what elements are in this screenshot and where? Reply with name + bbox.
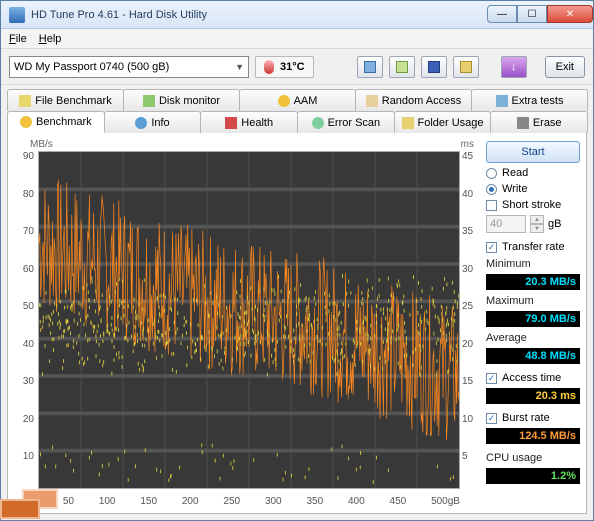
cpu-usage-value: 1.2%	[486, 468, 580, 484]
tab-strip: File Benchmark Disk monitor AAM Random A…	[1, 85, 593, 133]
close-button[interactable]: ✕	[547, 5, 593, 23]
benchmark-panel: MB/s ms 908070605040302010 4540353025201…	[7, 133, 587, 514]
average-value: 48.8 MB/s	[486, 348, 580, 364]
info-icon	[135, 117, 147, 129]
short-stroke-unit: gB	[548, 218, 561, 230]
minimize-button[interactable]: —	[487, 5, 517, 23]
maximum-value: 79.0 MB/s	[486, 311, 580, 327]
y-right-label: ms	[461, 139, 474, 150]
chart-area: MB/s ms 908070605040302010 4540353025201…	[8, 133, 480, 513]
menu-help[interactable]: Help	[39, 33, 62, 45]
spin-up-icon: ▲	[530, 215, 544, 224]
temperature-value: 31°C	[280, 61, 305, 73]
menu-file[interactable]: File	[9, 33, 27, 45]
thermometer-icon	[264, 60, 274, 74]
random-icon	[366, 95, 378, 107]
chevron-down-icon: ▼	[235, 62, 244, 72]
minimum-label: Minimum	[486, 258, 580, 270]
checkbox-on-icon	[486, 373, 497, 384]
speaker-icon	[278, 95, 290, 107]
refresh-button[interactable]: ↓	[501, 56, 527, 78]
toolbar: WD My Passport 0740 (500 gB) ▼ 31°C ↓ Ex…	[1, 49, 593, 85]
tab-file-benchmark[interactable]: File Benchmark	[7, 89, 124, 111]
access-time-check[interactable]: Access time	[486, 372, 580, 384]
watermark-logo	[0, 485, 60, 519]
tab-health[interactable]: Health	[200, 111, 298, 133]
options-button[interactable]	[453, 56, 479, 78]
read-radio[interactable]: Read	[486, 167, 580, 179]
y-left-label: MB/s	[30, 139, 53, 150]
scan-icon	[312, 117, 324, 129]
maximum-label: Maximum	[486, 295, 580, 307]
tab-extra-tests[interactable]: Extra tests	[471, 89, 588, 111]
transfer-rate-check[interactable]: Transfer rate	[486, 241, 580, 253]
copy-info-button[interactable]	[357, 56, 383, 78]
burst-rate-value: 124.5 MB/s	[486, 428, 580, 444]
titlebar[interactable]: HD Tune Pro 4.61 - Hard Disk Utility — ☐…	[1, 1, 593, 29]
cpu-usage-label: CPU usage	[486, 452, 580, 464]
radio-on-icon	[486, 184, 497, 195]
tab-random-access[interactable]: Random Access	[355, 89, 472, 111]
spin-down-icon: ▼	[530, 224, 544, 233]
tab-benchmark[interactable]: Benchmark	[7, 111, 105, 133]
minimum-value: 20.3 MB/s	[486, 274, 580, 290]
window-title: HD Tune Pro 4.61 - Hard Disk Utility	[31, 9, 487, 21]
save-button[interactable]	[421, 56, 447, 78]
write-radio[interactable]: Write	[486, 183, 580, 195]
temperature-display: 31°C	[255, 56, 314, 78]
short-stroke-check[interactable]: Short stroke	[486, 199, 580, 211]
average-label: Average	[486, 332, 580, 344]
down-arrow-icon: ↓	[511, 61, 517, 73]
short-stroke-value[interactable]: 40	[486, 215, 526, 233]
checkbox-on-icon	[486, 413, 497, 424]
access-time-value: 20.3 ms	[486, 388, 580, 404]
menu-bar: File Help	[1, 29, 593, 49]
checkbox-off-icon	[486, 200, 497, 211]
drive-select-text: WD My Passport 0740 (500 gB)	[14, 61, 169, 73]
tab-info[interactable]: Info	[104, 111, 202, 133]
side-panel: Start Read Write Short stroke 40 ▲▼ gB T…	[480, 133, 586, 513]
drive-select[interactable]: WD My Passport 0740 (500 gB) ▼	[9, 56, 249, 78]
file-icon	[19, 95, 31, 107]
copy-screenshot-button[interactable]	[389, 56, 415, 78]
maximize-button[interactable]: ☐	[517, 5, 547, 23]
checkbox-on-icon	[486, 242, 497, 253]
erase-icon	[517, 117, 529, 129]
app-window: HD Tune Pro 4.61 - Hard Disk Utility — ☐…	[0, 0, 594, 521]
tab-disk-monitor[interactable]: Disk monitor	[123, 89, 240, 111]
extra-icon	[496, 95, 508, 107]
plot	[38, 151, 460, 489]
start-button[interactable]: Start	[486, 141, 580, 163]
short-stroke-spinner[interactable]: ▲▼	[530, 215, 544, 233]
y-ticks-left: 908070605040302010	[10, 151, 34, 489]
exit-button[interactable]: Exit	[545, 56, 585, 78]
burst-rate-check[interactable]: Burst rate	[486, 412, 580, 424]
tab-aam[interactable]: AAM	[239, 89, 356, 111]
tab-error-scan[interactable]: Error Scan	[297, 111, 395, 133]
bulb-icon	[20, 116, 32, 128]
tab-folder-usage[interactable]: Folder Usage	[394, 111, 492, 133]
radio-off-icon	[486, 168, 497, 179]
tab-erase[interactable]: Erase	[490, 111, 588, 133]
monitor-icon	[143, 95, 155, 107]
app-icon	[9, 7, 25, 23]
x-ticks: 50100150200250300350400450500gB	[38, 496, 460, 507]
health-icon	[225, 117, 237, 129]
y-ticks-right: 45403530252015105	[462, 151, 480, 489]
folder-icon	[402, 117, 414, 129]
